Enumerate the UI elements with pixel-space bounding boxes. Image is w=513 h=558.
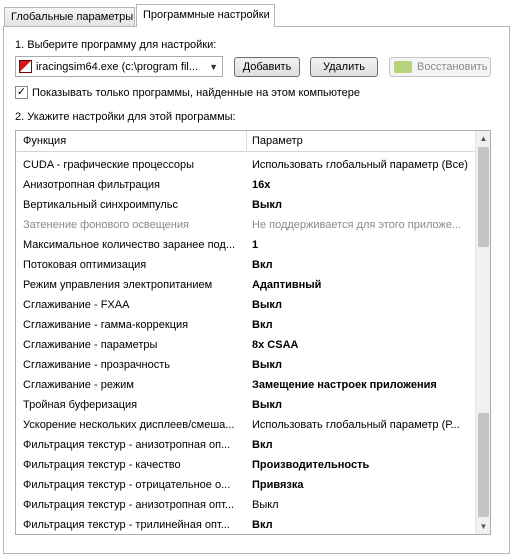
table-row[interactable]: Сглаживание - прозрачность Выкл xyxy=(16,355,476,375)
setting-cell[interactable]: Выкл xyxy=(252,358,472,372)
chevron-down-icon[interactable]: ▼ xyxy=(209,60,218,74)
feature-cell: Сглаживание - режим xyxy=(23,379,134,391)
feature-cell: Вертикальный синхроимпульс xyxy=(23,199,179,211)
tab-label: Глобальные параметры xyxy=(11,11,134,23)
header-setting[interactable]: Параметр xyxy=(252,135,303,147)
feature-cell: Максимальное количество заранее под... xyxy=(23,239,236,251)
feature-cell: Потоковая оптимизация xyxy=(23,259,147,271)
tab-program-settings[interactable]: Программные настройки xyxy=(136,4,275,27)
table-row[interactable]: Сглаживание - параметры 8x CSAA xyxy=(16,335,476,355)
table-row[interactable]: Режим управления электропитанием Адаптивн… xyxy=(16,275,476,295)
restore-button-label: Восстановить xyxy=(417,61,488,73)
setting-cell[interactable]: Использовать глобальный параметр (Все) xyxy=(252,158,472,172)
setting-cell[interactable]: Использовать глобальный параметр (Р... xyxy=(252,418,472,432)
feature-cell: Сглаживание - FXAA xyxy=(23,299,130,311)
feature-cell: Сглаживание - гамма-коррекция xyxy=(23,319,189,331)
setting-cell[interactable]: Производительность xyxy=(252,458,472,472)
feature-cell: CUDA - графические процессоры xyxy=(23,159,195,171)
application-icon xyxy=(19,60,32,73)
table-row[interactable]: Тройная буферизация Выкл xyxy=(16,395,476,415)
feature-cell: Фильтрация текстур - трилинейная опт... xyxy=(23,519,230,531)
scroll-up-icon[interactable]: ▲ xyxy=(476,131,490,146)
program-select-value: iracingsim64.exe (c:\program fil... xyxy=(36,61,198,73)
setting-cell[interactable]: Выкл xyxy=(252,498,472,512)
nvidia-logo-icon xyxy=(394,61,412,73)
feature-cell: Затенение фонового освещения xyxy=(23,219,189,231)
setting-cell[interactable]: Замещение настроек приложения xyxy=(252,378,472,392)
feature-cell: Режим управления электропитанием xyxy=(23,279,213,291)
scrollbar-thumb-upper[interactable] xyxy=(478,147,489,247)
vertical-scrollbar[interactable]: ▲ ▼ xyxy=(475,131,490,534)
header-feature[interactable]: Функция xyxy=(23,135,66,147)
grid-header: Функция Параметр xyxy=(16,131,476,152)
table-row[interactable]: Фильтрация текстур - анизотропная оп... В… xyxy=(16,435,476,455)
table-row[interactable]: Вертикальный синхроимпульс Выкл xyxy=(16,195,476,215)
setting-cell[interactable]: Адаптивный xyxy=(252,278,472,292)
show-only-found-checkbox[interactable]: ✓ xyxy=(15,86,28,99)
show-only-found-label: Показывать только программы, найденные н… xyxy=(32,87,361,99)
program-select[interactable]: iracingsim64.exe (c:\program fil... ▼ xyxy=(15,56,223,77)
table-row[interactable]: Сглаживание - режим Замещение настроек пр… xyxy=(16,375,476,395)
setting-cell[interactable]: Выкл xyxy=(252,198,472,212)
header-divider xyxy=(246,131,247,152)
setting-cell[interactable]: Вкл xyxy=(252,258,472,272)
feature-cell: Анизотропная фильтрация xyxy=(23,179,160,191)
feature-cell: Фильтрация текстур - анизотропная оп... xyxy=(23,439,231,451)
table-row[interactable]: Максимальное количество заранее под... 1 xyxy=(16,235,476,255)
table-row[interactable]: Ускорение нескольких дисплеев/смеша... Ис… xyxy=(16,415,476,435)
table-row[interactable]: Фильтрация текстур - трилинейная опт... В… xyxy=(16,515,476,534)
setting-cell[interactable]: Вкл xyxy=(252,438,472,452)
feature-cell: Сглаживание - прозрачность xyxy=(23,359,171,371)
setting-cell[interactable]: Вкл xyxy=(252,518,472,532)
tab-strip: Глобальные параметры Программные настрой… xyxy=(0,0,513,27)
setting-cell[interactable]: Привязка xyxy=(252,478,472,492)
table-row[interactable]: Фильтрация текстур - отрицательное о... П… xyxy=(16,475,476,495)
table-row[interactable]: Фильтрация текстур - качество Производите… xyxy=(16,455,476,475)
setting-cell[interactable]: Выкл xyxy=(252,398,472,412)
setting-cell[interactable]: 8x CSAA xyxy=(252,338,472,352)
scroll-down-icon[interactable]: ▼ xyxy=(476,519,490,534)
settings-grid: Функция Параметр CUDA - графические проц… xyxy=(15,130,491,535)
scrollbar-thumb-lower[interactable] xyxy=(478,413,489,517)
table-row[interactable]: Потоковая оптимизация Вкл xyxy=(16,255,476,275)
restore-button[interactable]: Восстановить xyxy=(389,57,491,77)
feature-cell: Фильтрация текстур - отрицательное о... xyxy=(23,479,231,491)
feature-cell: Тройная буферизация xyxy=(23,399,138,411)
tab-global-settings[interactable]: Глобальные параметры xyxy=(4,7,135,26)
grid-rows: CUDA - графические процессоры Использоват… xyxy=(16,155,476,534)
table-row[interactable]: CUDA - графические процессоры Использоват… xyxy=(16,155,476,175)
add-button[interactable]: Добавить xyxy=(234,57,300,77)
remove-button[interactable]: Удалить xyxy=(310,57,378,77)
setting-cell[interactable]: 16x xyxy=(252,178,472,192)
feature-cell: Сглаживание - параметры xyxy=(23,339,158,351)
setting-cell[interactable]: Не поддерживается для этого приложе... xyxy=(252,218,472,232)
feature-cell: Фильтрация текстур - анизотропная опт... xyxy=(23,499,235,511)
feature-cell: Фильтрация текстур - качество xyxy=(23,459,181,471)
table-row[interactable]: Затенение фонового освещения Не поддержив… xyxy=(16,215,476,235)
table-row[interactable]: Сглаживание - FXAA Выкл xyxy=(16,295,476,315)
tab-label: Программные настройки xyxy=(143,9,270,21)
table-row[interactable]: Фильтрация текстур - анизотропная опт...… xyxy=(16,495,476,515)
table-row[interactable]: Сглаживание - гамма-коррекция Вкл xyxy=(16,315,476,335)
setting-cell[interactable]: 1 xyxy=(252,238,472,252)
specify-settings-label: 2. Укажите настройки для этой программы: xyxy=(15,111,236,123)
feature-cell: Ускорение нескольких дисплеев/смеша... xyxy=(23,419,235,431)
table-row[interactable]: Анизотропная фильтрация 16x xyxy=(16,175,476,195)
setting-cell[interactable]: Вкл xyxy=(252,318,472,332)
select-program-label: 1. Выберите программу для настройки: xyxy=(15,39,217,51)
setting-cell[interactable]: Выкл xyxy=(252,298,472,312)
